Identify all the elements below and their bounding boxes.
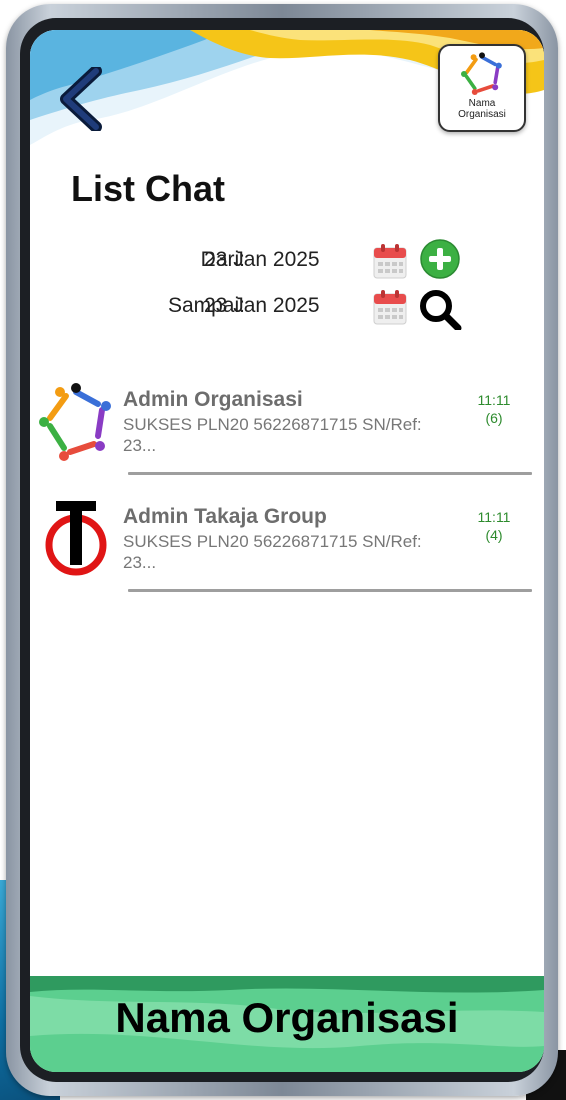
chat-time: 11:11 [477,392,511,408]
app-screen: Nama Organisasi List Chat Dari: 23 Jan 2… [30,30,544,1072]
takaja-logo-icon [45,501,107,576]
back-button[interactable] [52,64,108,134]
calendar-icon[interactable] [372,288,408,326]
date-to-row: Sampai: 23 Jan 2025 [90,288,490,330]
chat-time: 11:11 [477,509,511,525]
chat-list-item[interactable]: Admin Takaja Group SUKSES PLN20 56226871… [30,497,544,607]
chat-divider [128,589,532,592]
organization-logo-icon [39,383,111,461]
date-from-value[interactable]: 23 Jan 2025 [204,248,320,272]
search-icon[interactable] [418,288,462,330]
chat-message-preview: SUKSES PLN20 56226871715 SN/Ref: 23... [123,532,422,572]
calendar-icon[interactable] [372,242,408,280]
footer-title: Nama Organisasi [115,994,459,1041]
organization-logo-icon [461,52,502,95]
chat-name: Admin Takaja Group [123,505,327,528]
chat-divider [128,472,532,475]
page-title: List Chat [71,168,226,209]
footer-banner: Nama Organisasi [30,976,544,1072]
chat-unread-count: (4) [485,527,503,543]
organization-badge-label: Nama Organisasi [458,98,506,120]
chat-list-item[interactable]: Admin Organisasi SUKSES PLN20 5622687171… [30,380,544,490]
plus-circle-icon[interactable] [418,238,462,280]
date-to-value[interactable]: 23 Jan 2025 [204,294,320,318]
chevron-left-icon [60,67,102,131]
chat-name: Admin Organisasi [123,388,303,411]
date-from-row: Dari: 23 Jan 2025 [90,239,490,282]
organization-badge[interactable]: Nama Organisasi [438,44,526,132]
chat-unread-count: (6) [485,410,503,426]
chat-message-preview: SUKSES PLN20 56226871715 SN/Ref: 23... [123,415,422,455]
